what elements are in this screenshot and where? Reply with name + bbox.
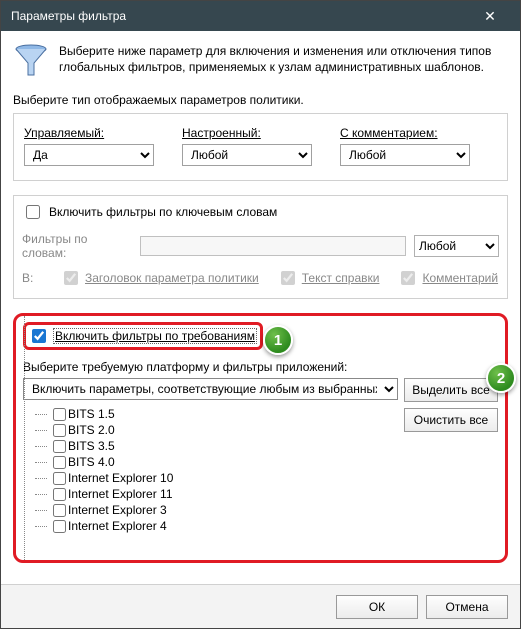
keyword-scope-row: В: Заголовок параметра политики Текст сп… <box>22 268 499 288</box>
scope-title-check <box>64 271 78 285</box>
requirements-left: Включить параметры, соответствующие любы… <box>23 378 398 552</box>
scope-comment: Комментарий <box>397 268 498 288</box>
clear-all-button[interactable]: Очистить все <box>404 408 498 432</box>
list-item-checkbox[interactable] <box>53 440 66 453</box>
list-item-checkbox[interactable] <box>53 520 66 533</box>
content-area: Выберите ниже параметр для включения и и… <box>1 31 520 563</box>
col-configured: Настроенный: Любой <box>182 126 312 166</box>
list-item[interactable]: BITS 4.0 <box>27 454 394 470</box>
scope-title: Заголовок параметра политики <box>60 268 259 288</box>
requirements-mode-select[interactable]: Включить параметры, соответствующие любы… <box>23 378 398 400</box>
list-item-label: Internet Explorer 11 <box>68 487 173 501</box>
keyword-input <box>140 236 406 256</box>
enable-keyword-filters[interactable]: Включить фильтры по ключевым словам <box>22 202 499 222</box>
list-item-checkbox[interactable] <box>53 408 66 421</box>
keyword-match-select[interactable]: Любой <box>414 235 499 257</box>
policy-type-label: Выберите тип отображаемых параметров пол… <box>13 93 508 107</box>
requirements-highlight-area: Включить фильтры по требованиям Выберите… <box>13 313 508 563</box>
platform-label: Выберите требуемую платформу и фильтры п… <box>23 360 498 374</box>
intro-block: Выберите ниже параметр для включения и и… <box>13 43 508 79</box>
list-item-checkbox[interactable] <box>53 488 66 501</box>
list-item[interactable]: Internet Explorer 3 <box>27 502 394 518</box>
configured-select[interactable]: Любой <box>182 144 312 166</box>
requirements-body: Выберите требуемую платформу и фильтры п… <box>23 360 498 552</box>
funnel-icon <box>13 43 49 79</box>
list-item-label: BITS 4.0 <box>68 455 115 469</box>
scope-comment-check <box>401 271 415 285</box>
list-item[interactable]: BITS 1.5 <box>27 406 394 422</box>
list-item-checkbox[interactable] <box>53 504 66 517</box>
requirements-list[interactable]: BITS 1.5 BITS 2.0 BITS 3.5 BITS 4.0 Internet… <box>23 404 398 552</box>
policy-type-group: Управляемый: Да Настроенный: Любой С ком… <box>13 113 508 181</box>
list-item-label: BITS 3.5 <box>68 439 115 453</box>
keyword-row-label: Фильтры по словам: <box>22 232 132 260</box>
cancel-button[interactable]: Отмена <box>426 595 508 619</box>
annotation-marker-2: 2 <box>486 363 516 393</box>
requirements-buttons: Выделить все Очистить все <box>404 378 498 432</box>
list-item-checkbox[interactable] <box>53 424 66 437</box>
list-item-label: Internet Explorer 4 <box>68 519 167 533</box>
scope-help: Текст справки <box>277 268 380 288</box>
keyword-filter-group: Включить фильтры по ключевым словам Филь… <box>13 195 508 299</box>
list-item-label: Internet Explorer 3 <box>68 503 167 517</box>
list-item-label: BITS 2.0 <box>68 423 115 437</box>
commented-select[interactable]: Любой <box>340 144 470 166</box>
ok-button[interactable]: ОК <box>336 595 418 619</box>
col-commented: С комментарием: Любой <box>340 126 470 166</box>
close-icon[interactable]: ✕ <box>470 8 510 25</box>
keyword-row: Фильтры по словам: Любой <box>22 232 499 260</box>
enable-requirements-highlight: Включить фильтры по требованиям <box>23 322 263 350</box>
requirements-checkbox[interactable] <box>32 329 46 343</box>
scope-help-check <box>281 271 295 285</box>
window-title: Параметры фильтра <box>11 9 126 23</box>
keyword-checkbox[interactable] <box>26 205 40 219</box>
requirements-checkbox-label: Включить фильтры по требованиям <box>54 329 256 343</box>
list-item[interactable]: Internet Explorer 4 <box>27 518 394 534</box>
titlebar: Параметры фильтра ✕ <box>1 1 520 31</box>
list-item[interactable]: Internet Explorer 10 <box>27 470 394 486</box>
col-managed: Управляемый: Да <box>24 126 154 166</box>
intro-text: Выберите ниже параметр для включения и и… <box>59 43 508 75</box>
in-label: В: <box>22 271 42 285</box>
keyword-checkbox-label: Включить фильтры по ключевым словам <box>49 205 277 219</box>
list-item[interactable]: Internet Explorer 11 <box>27 486 394 502</box>
list-item-label: BITS 1.5 <box>68 407 115 421</box>
select-all-button[interactable]: Выделить все <box>404 378 498 402</box>
list-item[interactable]: BITS 3.5 <box>27 438 394 454</box>
managed-select[interactable]: Да <box>24 144 154 166</box>
list-item-checkbox[interactable] <box>53 472 66 485</box>
dialog-footer: ОК Отмена <box>1 584 520 628</box>
list-item-checkbox[interactable] <box>53 456 66 469</box>
list-item[interactable]: BITS 2.0 <box>27 422 394 438</box>
commented-label: С комментарием: <box>340 126 470 140</box>
managed-label: Управляемый: <box>24 126 154 140</box>
list-item-label: Internet Explorer 10 <box>68 471 173 485</box>
enable-requirements-row: Включить фильтры по требованиям <box>23 322 498 350</box>
configured-label: Настроенный: <box>182 126 312 140</box>
annotation-marker-1: 1 <box>263 325 293 355</box>
